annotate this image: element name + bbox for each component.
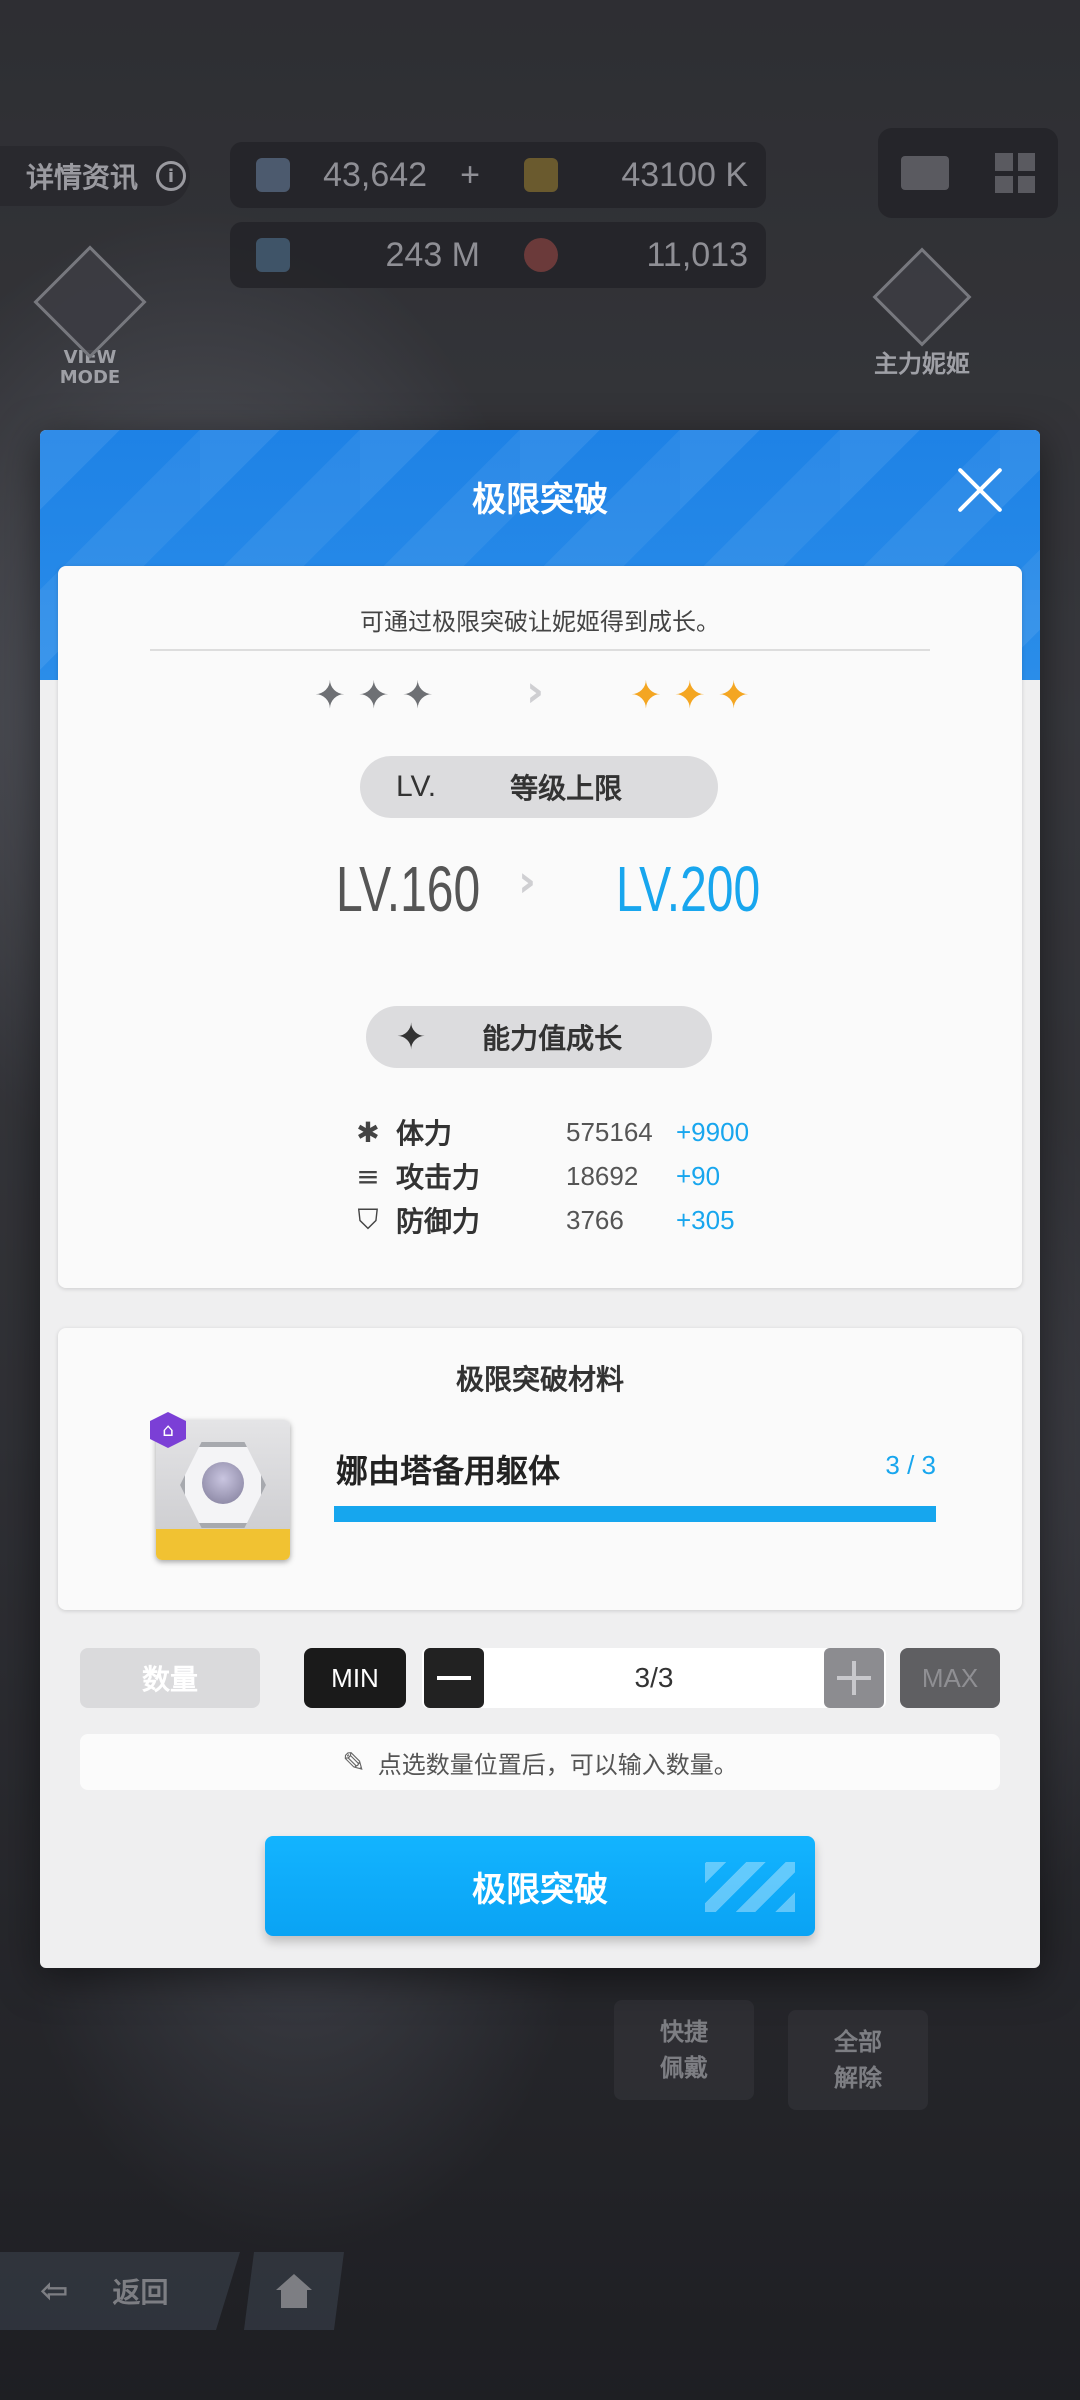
stat-growth-header: ✦ 能力值成长	[366, 1006, 712, 1068]
star-icon: ✦	[630, 673, 662, 717]
close-icon[interactable]	[956, 466, 1004, 514]
top-right-menu	[878, 128, 1058, 218]
stat-value: 3766	[566, 1204, 624, 1235]
quantity-hint-text: 点选数量位置后，可以输入数量。	[377, 1750, 738, 1779]
person-icon	[33, 245, 147, 359]
resource-bar-bottom: 243 M 11,013	[230, 222, 766, 288]
dialog-description: 可通过极限突破让妮姬得到成长。	[150, 602, 930, 651]
view-mode-button[interactable]: VIEW MODE	[33, 245, 147, 388]
stars-after: ✦ ✦ ✦	[630, 676, 750, 714]
quantity-input[interactable]: 3/3	[484, 1648, 824, 1708]
main-nikke-label: 主力妮姬	[874, 350, 970, 378]
level-current: LV.160	[336, 853, 481, 925]
add-crystal-icon[interactable]: +	[460, 156, 480, 195]
quantity-label: 数量	[80, 1648, 260, 1708]
home-button[interactable]	[244, 2252, 344, 2330]
min-button[interactable]: MIN	[304, 1648, 406, 1708]
resource-item: 243 M	[230, 236, 498, 275]
star-icon: ✦	[314, 673, 346, 717]
level-mark: LV.	[396, 770, 437, 803]
home-icon	[276, 2274, 312, 2308]
body-label-icon	[524, 238, 558, 272]
attack-icon: ≡	[356, 1159, 380, 1193]
resource-item: 43,642 +	[230, 156, 498, 195]
exit-icon: ⇦	[40, 2271, 69, 2311]
stat-name: 体力	[396, 1117, 453, 1150]
star-icon: ✦	[717, 673, 750, 717]
level-cap-header: LV. 等级上限	[360, 756, 718, 818]
resource-value: 243 M	[385, 235, 481, 274]
chevron-right-icon: ›	[518, 856, 537, 907]
resource-value: 43,642	[323, 155, 428, 194]
limit-break-button[interactable]: 极限突破	[265, 1836, 815, 1936]
level-cap-label: 等级上限	[510, 772, 623, 805]
quick-equip-label: 快捷佩戴	[660, 2018, 708, 2082]
resource-item: 43100 K	[498, 156, 766, 195]
limit-break-dialog: 极限突破 可通过极限突破让妮姬得到成长。 ✦ ✦ ✦ › ✦ ✦ ✦ LV. 等…	[40, 430, 1040, 1968]
growth-card: 可通过极限突破让妮姬得到成长。 ✦ ✦ ✦ › ✦ ✦ ✦ LV. 等级上限 L…	[58, 566, 1022, 1288]
stat-name: 攻击力	[396, 1161, 481, 1194]
plus-button[interactable]	[824, 1648, 884, 1708]
resource-item: 11,013	[498, 236, 766, 275]
character-portrait	[202, 1462, 244, 1504]
material-progress-bar	[334, 1506, 936, 1522]
remove-all-label: 全部解除	[834, 2028, 882, 2092]
mail-icon[interactable]	[901, 156, 949, 190]
stat-increase: +90	[676, 1160, 721, 1191]
level-new: LV.200	[616, 853, 761, 925]
core-dust-icon	[256, 238, 290, 272]
stat-row-defense: ⛉ 防御力 3766 +305	[352, 1200, 735, 1240]
back-label: 返回	[112, 2276, 169, 2309]
material-item-icon[interactable]: ⌂	[150, 1412, 290, 1560]
rarity-badge-icon: ⌂	[150, 1412, 186, 1448]
stripe-decoration	[705, 1862, 795, 1912]
crystal-icon	[256, 158, 290, 192]
stat-value: 18692	[566, 1160, 639, 1191]
resource-bar-top: 43,642 + 43100 K	[230, 142, 766, 208]
details-tab[interactable]: 详情资讯 i	[0, 146, 190, 206]
material-title: 极限突破材料	[455, 1363, 624, 1396]
material-count: 3 / 3	[885, 1450, 936, 1480]
resource-value: 43100 K	[621, 155, 748, 194]
star-icon: ✦	[401, 673, 434, 717]
remove-all-button[interactable]: 全部解除	[788, 2010, 928, 2110]
stat-row-hp: ✱ 体力 575164 +9900	[352, 1112, 749, 1152]
info-icon: i	[156, 161, 187, 191]
star-badge-icon	[872, 247, 972, 347]
limit-break-button-label: 极限突破	[472, 1869, 608, 1910]
edit-icon: ✎	[342, 1745, 366, 1779]
stat-growth-label: 能力值成长	[482, 1022, 623, 1055]
quick-equip-button[interactable]: 快捷佩戴	[614, 2000, 754, 2100]
chevron-right-icon: ›	[526, 666, 545, 717]
defense-icon: ⛉	[357, 1203, 379, 1236]
stars-current: ✦ ✦ ✦	[314, 676, 434, 714]
quantity-hint: ✎ 点选数量位置后，可以输入数量。	[80, 1734, 1000, 1790]
stat-row-attack: ≡ 攻击力 18692 +90	[352, 1156, 720, 1196]
main-nikke-button[interactable]: 主力妮姬	[842, 247, 1002, 379]
stat-increase: +9900	[676, 1116, 750, 1147]
stat-increase: +305	[676, 1204, 735, 1235]
stat-name: 防御力	[396, 1205, 481, 1238]
star-icon: ✦	[673, 673, 706, 717]
minus-button[interactable]	[424, 1648, 484, 1708]
sparkle-icon: ✦	[396, 1016, 427, 1058]
material-progress-fill	[334, 1506, 936, 1522]
hp-icon: ✱	[356, 1115, 380, 1149]
material-card: 极限突破材料 ⌂ 娜由塔备用躯体 3 / 3	[58, 1328, 1022, 1610]
stat-value: 575164	[566, 1116, 653, 1147]
max-button[interactable]: MAX	[900, 1648, 1000, 1708]
minus-icon	[437, 1676, 471, 1680]
credit-icon	[524, 158, 558, 192]
details-tab-label: 详情资讯	[26, 161, 139, 194]
back-button[interactable]: ⇦ 返回	[0, 2252, 240, 2330]
star-icon: ✦	[357, 673, 390, 717]
material-name: 娜由塔备用躯体	[336, 1452, 561, 1490]
resource-value: 11,013	[646, 235, 748, 274]
menu-grid-icon[interactable]	[995, 153, 1035, 193]
dialog-title: 极限突破	[472, 480, 608, 520]
